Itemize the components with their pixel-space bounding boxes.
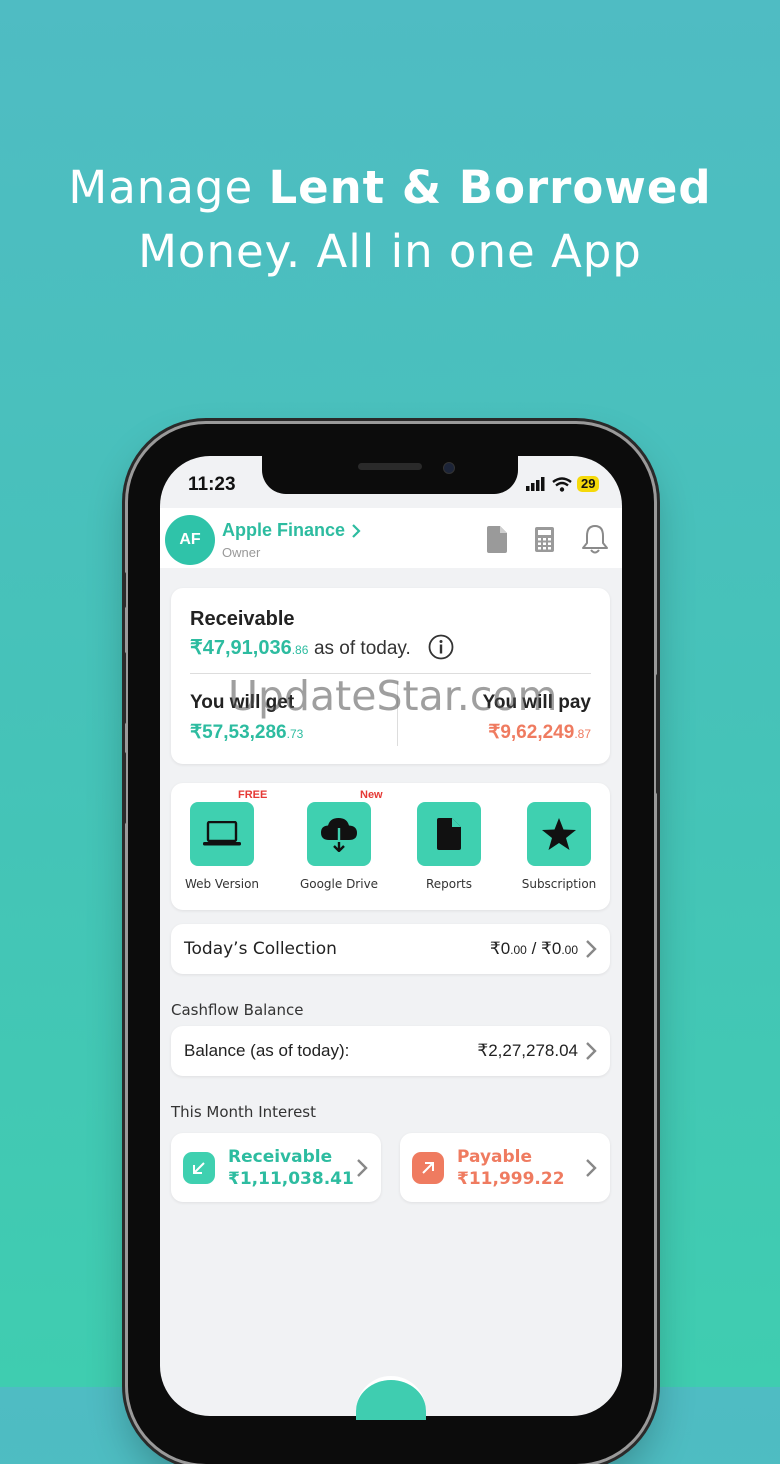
interest-payable-value: ₹11,999.22 bbox=[457, 1169, 565, 1189]
receivable-total-main: ₹47,91,036 bbox=[190, 637, 292, 659]
wifi-icon bbox=[552, 476, 572, 492]
payable-arrow-badge bbox=[412, 1152, 444, 1184]
cashflow-balance-value: ₹2,27,278.04 bbox=[477, 1041, 578, 1060]
collection-value-decimal: .00 bbox=[510, 943, 527, 957]
phone-notch bbox=[262, 456, 518, 494]
calculator-icon[interactable] bbox=[535, 527, 554, 552]
receivable-total-decimal: .86 bbox=[291, 643, 309, 657]
interest-payable-label: Payable bbox=[457, 1147, 533, 1167]
document-icon[interactable] bbox=[487, 526, 507, 553]
collection-separator: / bbox=[526, 939, 542, 958]
collection-value-main: ₹0 bbox=[489, 939, 511, 958]
subscription-button[interactable] bbox=[527, 802, 591, 866]
interest-receivable-label: Receivable bbox=[228, 1147, 333, 1167]
google-drive-label: Google Drive bbox=[299, 877, 379, 891]
pay-amount-decimal: .87 bbox=[574, 727, 591, 741]
todays-collection-value: ₹0.00 / ₹0.00 bbox=[490, 939, 578, 959]
receivable-total-suffix: as of today. bbox=[313, 638, 411, 659]
chevron-right-icon bbox=[586, 1159, 597, 1177]
collection-target-main: ₹0 bbox=[541, 939, 562, 958]
you-will-pay-amount: ₹9,62,249.87 bbox=[488, 721, 591, 744]
arrow-down-left-icon bbox=[193, 1162, 205, 1174]
speaker-grille bbox=[358, 463, 422, 470]
new-badge: New bbox=[360, 789, 383, 801]
business-name: Apple Finance bbox=[222, 520, 346, 540]
chevron-right-icon bbox=[586, 940, 597, 958]
business-role: Owner bbox=[222, 545, 261, 560]
cashflow-section-title: Cashflow Balance bbox=[171, 1001, 304, 1019]
pay-amount-main: ₹9,62,249 bbox=[488, 722, 575, 743]
summary-title: Receivable bbox=[190, 608, 295, 630]
battery-indicator: 29 bbox=[577, 476, 600, 492]
chevron-right-icon bbox=[357, 1159, 368, 1177]
watermark: UpdateStar.com bbox=[228, 672, 558, 720]
chevron-right-icon bbox=[352, 523, 361, 538]
laptop-icon bbox=[203, 821, 241, 846]
web-version-button[interactable] bbox=[190, 802, 254, 866]
headline-regular: Manage bbox=[68, 161, 269, 214]
you-will-get-amount: ₹57,53,286.73 bbox=[190, 721, 303, 744]
bell-icon[interactable] bbox=[581, 524, 609, 554]
headline-line2: Money. All in one App bbox=[138, 225, 642, 278]
interest-section-title: This Month Interest bbox=[171, 1103, 317, 1121]
todays-collection-label: Today’s Collection bbox=[184, 939, 337, 959]
subscription-label: Subscription bbox=[521, 877, 597, 891]
receivable-total: ₹47,91,036.86 as of today. bbox=[190, 635, 411, 660]
star-icon bbox=[542, 818, 576, 850]
business-switcher[interactable]: Apple Finance bbox=[222, 520, 361, 541]
signal-icon bbox=[526, 477, 545, 491]
reports-label: Reports bbox=[425, 877, 473, 891]
receivable-arrow-badge bbox=[183, 1152, 215, 1184]
headline-bold: Lent & Borrowed bbox=[268, 161, 712, 214]
get-amount-main: ₹57,53,286 bbox=[190, 722, 287, 743]
status-time: 11:23 bbox=[188, 474, 236, 495]
status-icons: 29 bbox=[525, 476, 600, 492]
reports-button[interactable] bbox=[417, 802, 481, 866]
free-badge: FREE bbox=[238, 789, 268, 801]
google-drive-button[interactable] bbox=[307, 802, 371, 866]
front-camera bbox=[443, 462, 455, 474]
arrow-up-right-icon bbox=[422, 1162, 434, 1174]
get-amount-decimal: .73 bbox=[286, 727, 304, 741]
promo-headline: Manage Lent & Borrowed Money. All in one… bbox=[0, 156, 780, 284]
info-icon[interactable] bbox=[428, 634, 454, 660]
cashflow-balance-label: Balance (as of today): bbox=[184, 1041, 350, 1060]
chevron-right-icon bbox=[586, 1042, 597, 1060]
document-icon bbox=[437, 818, 461, 850]
cloud-download-icon bbox=[321, 818, 357, 852]
collection-target-decimal: .00 bbox=[561, 943, 578, 957]
interest-receivable-value: ₹1,11,038.41 bbox=[228, 1169, 354, 1189]
avatar[interactable]: AF bbox=[165, 515, 215, 565]
web-version-label: Web Version bbox=[184, 877, 260, 891]
